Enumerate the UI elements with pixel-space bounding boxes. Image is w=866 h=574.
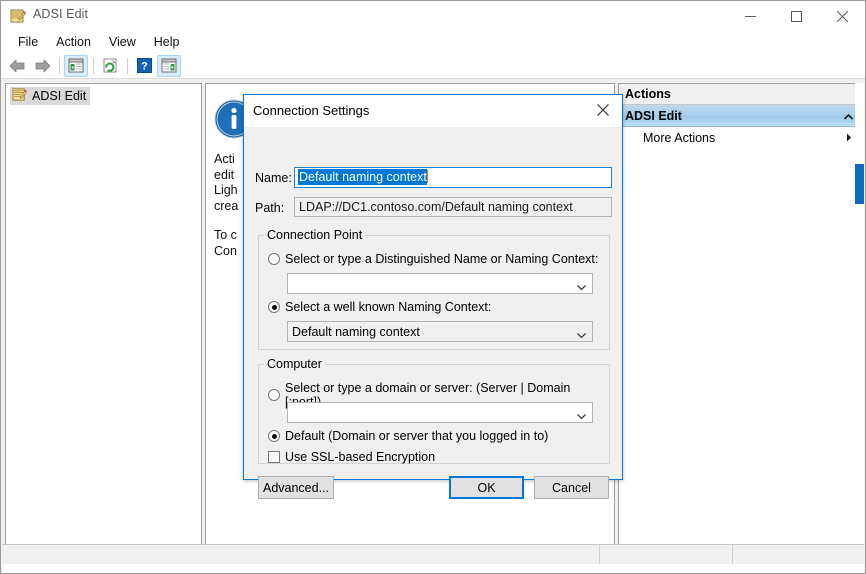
name-label: Name: [255, 171, 292, 185]
chevron-up-icon[interactable] [843, 109, 854, 123]
radio-distinguished-name-indicator [268, 253, 280, 265]
menu-action[interactable]: Action [47, 32, 100, 52]
help-icon[interactable]: ? [132, 55, 156, 77]
back-icon[interactable] [5, 55, 29, 77]
actions-pane-header: Actions [619, 84, 860, 105]
radio-well-known-naming-context-indicator [268, 301, 280, 313]
console-tree-pane: ADSI Edit [5, 83, 202, 547]
action-more-actions[interactable]: More Actions [619, 127, 860, 149]
actions-pane: Actions ADSI Edit More Actions [618, 83, 861, 547]
chevron-right-icon [846, 131, 852, 145]
tree-item-adsi-edit[interactable]: ADSI Edit [10, 87, 91, 105]
toolbar-separator [93, 57, 94, 74]
name-input-value: Default naming context [298, 169, 427, 185]
radio-distinguished-name-label: Select or type a Distinguished Name or N… [285, 252, 599, 266]
adsi-edit-window: ADSI Edit File Action View Help ? ADSI E… [0, 0, 866, 574]
dialog-title: Connection Settings [253, 103, 370, 118]
menu-view[interactable]: View [100, 32, 145, 52]
radio-well-known-naming-context[interactable]: Select a well known Naming Context: [268, 300, 491, 314]
toolbar-separator [127, 57, 128, 74]
computer-group: Computer Select or type a domain or serv… [258, 357, 610, 464]
radio-default-domain-label: Default (Domain or server that you logge… [285, 429, 549, 443]
adsi-edit-icon [12, 87, 27, 105]
cancel-button[interactable]: Cancel [534, 476, 609, 499]
text-caret [426, 170, 428, 183]
statusbar [2, 544, 864, 564]
toolbar: ? [1, 53, 865, 79]
close-button[interactable] [819, 1, 865, 31]
checkbox-use-ssl-indicator [268, 451, 280, 463]
refresh-icon[interactable] [98, 55, 122, 77]
adsi-edit-icon [10, 8, 26, 24]
radio-well-known-naming-context-label: Select a well known Naming Context: [285, 300, 492, 314]
path-label: Path: [255, 201, 285, 215]
show-tree-icon[interactable] [64, 54, 88, 77]
distinguished-name-combo[interactable] [287, 273, 593, 294]
path-value: LDAP://DC1.contoso.com/Default naming co… [299, 200, 573, 214]
connection-point-legend: Connection Point [267, 228, 363, 242]
minimize-button[interactable] [727, 1, 773, 31]
window-controls [727, 1, 865, 31]
ok-button[interactable]: OK [449, 476, 524, 499]
well-known-naming-context-combo[interactable]: Default naming context [287, 321, 593, 342]
tree-item-label: ADSI Edit [32, 89, 87, 103]
action-label: More Actions [643, 131, 716, 145]
menu-file[interactable]: File [9, 32, 47, 52]
svg-text:?: ? [141, 61, 148, 73]
actions-group-label: ADSI Edit [625, 108, 682, 123]
computer-legend: Computer [267, 357, 322, 371]
well-known-naming-context-value: Default naming context [292, 324, 420, 339]
maximize-button[interactable] [773, 1, 819, 31]
dialog-titlebar: Connection Settings [244, 95, 622, 127]
menubar: File Action View Help [1, 31, 865, 53]
checkbox-use-ssl-label: Use SSL-based Encryption [285, 450, 436, 464]
toolbar-separator [59, 57, 60, 74]
close-icon[interactable] [584, 95, 622, 125]
checkbox-use-ssl[interactable]: Use SSL-based Encryption [268, 450, 435, 464]
menu-help[interactable]: Help [145, 32, 189, 52]
radio-domain-or-server-indicator [268, 389, 280, 401]
path-field: LDAP://DC1.contoso.com/Default naming co… [294, 197, 612, 217]
titlebar: ADSI Edit [1, 1, 865, 31]
clipped-text [2, 564, 5, 569]
domain-or-server-combo[interactable] [287, 402, 593, 423]
window-title: ADSI Edit [33, 7, 89, 21]
advanced-button[interactable]: Advanced... [258, 476, 334, 499]
chevron-down-icon[interactable] [577, 279, 586, 290]
clipped-content-strip [2, 564, 864, 573]
forward-icon[interactable] [30, 55, 54, 77]
right-scrollbar-thumb[interactable] [855, 164, 864, 204]
status-cell-3 [733, 545, 864, 564]
radio-default-domain-indicator [268, 430, 280, 442]
status-cell-1 [2, 545, 600, 564]
name-input[interactable]: Default naming context [294, 167, 612, 188]
show-actions-icon[interactable] [157, 54, 181, 77]
status-cell-2 [600, 545, 733, 564]
connection-point-group: Connection Point Select or type a Distin… [258, 228, 610, 350]
chevron-down-icon[interactable] [577, 327, 586, 338]
right-scrollbar-track[interactable] [855, 83, 864, 547]
actions-group-adsi-edit[interactable]: ADSI Edit [619, 105, 860, 127]
chevron-down-icon[interactable] [577, 408, 586, 419]
radio-default-domain[interactable]: Default (Domain or server that you logge… [268, 429, 548, 443]
radio-distinguished-name[interactable]: Select or type a Distinguished Name or N… [268, 252, 598, 266]
connection-settings-dialog: Connection Settings Name: Default naming… [243, 94, 623, 499]
